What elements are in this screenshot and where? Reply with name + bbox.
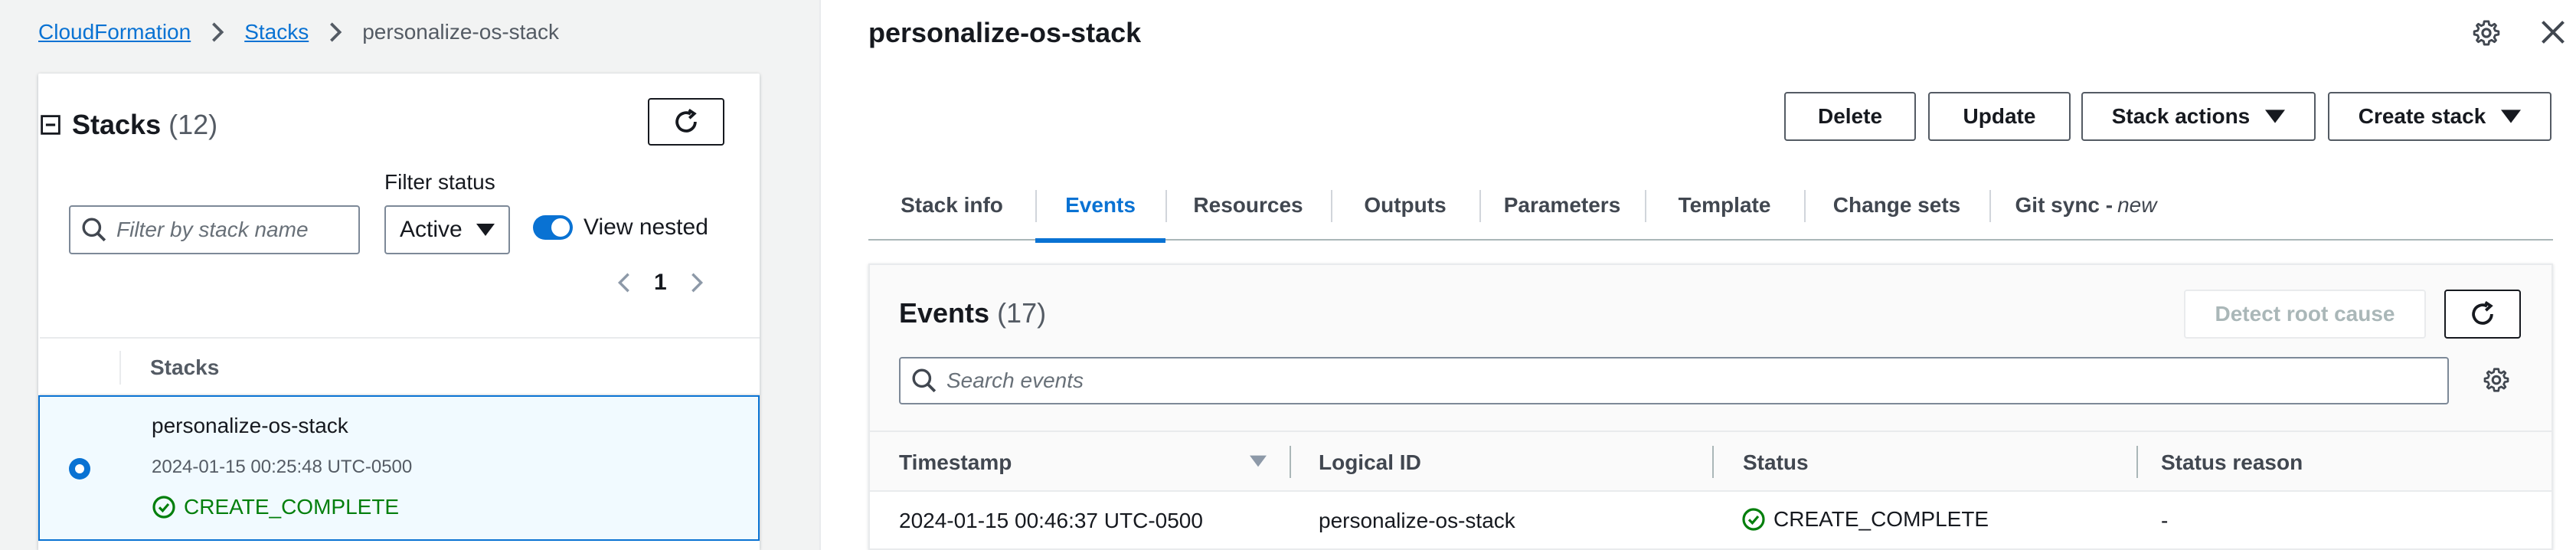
tab-label: Events [1065, 193, 1136, 217]
tab-label: Git sync - [2015, 193, 2113, 217]
delete-button[interactable]: Delete [1784, 92, 1916, 141]
stack-created-time: 2024-01-15 00:25:48 UTC-0500 [152, 457, 413, 477]
stacks-table-header: Stacks [40, 337, 760, 395]
check-circle-icon [1742, 508, 1765, 531]
stack-status-text: CREATE_COMPLETE [184, 495, 400, 519]
column-divider[interactable] [1712, 446, 1714, 478]
view-nested-control: View nested [533, 214, 708, 241]
column-status[interactable]: Status [1743, 450, 1809, 475]
tab-label: Resources [1193, 193, 1303, 217]
tab-label: Outputs [1364, 193, 1447, 217]
events-table-header: Timestamp Logical ID Status Status reaso… [870, 431, 2551, 492]
breadcrumb-stacks[interactable]: Stacks [244, 20, 309, 44]
event-logical-id: personalize-os-stack [1319, 509, 1515, 532]
event-status-text: CREATE_COMPLETE [1773, 507, 1989, 531]
view-nested-label: View nested [584, 214, 708, 240]
view-nested-toggle[interactable] [533, 215, 573, 240]
event-status: CREATE_COMPLETE [1741, 507, 1989, 532]
refresh-icon [675, 108, 697, 133]
current-page[interactable]: 1 [654, 270, 667, 296]
column-status-reason[interactable]: Status reason [2161, 450, 2303, 475]
refresh-icon [2472, 300, 2493, 325]
tab-template[interactable]: Template [1645, 170, 1804, 241]
stack-name[interactable]: personalize-os-stack [152, 414, 348, 438]
tab-change-sets[interactable]: Change sets [1804, 170, 1989, 241]
caret-down-icon [476, 224, 495, 236]
previous-page-icon[interactable] [613, 271, 636, 294]
toggle-knob [551, 218, 570, 237]
update-button[interactable]: Update [1928, 92, 2071, 141]
events-count: (17) [997, 297, 1047, 329]
events-header: Events (17) [899, 297, 1046, 329]
gear-icon[interactable] [2483, 366, 2510, 394]
create-stack-label: Create stack [2358, 104, 2486, 128]
column-divider [119, 351, 121, 385]
collapse-icon[interactable] [40, 114, 61, 136]
tab-label: Change sets [1832, 193, 1961, 217]
sort-descending-icon[interactable] [1250, 455, 1267, 467]
detect-root-cause-button[interactable]: Detect root cause [2184, 290, 2426, 339]
stack-actions-button[interactable]: Stack actions [2081, 92, 2316, 141]
stack-row-radio[interactable] [69, 458, 90, 480]
tab-label: Parameters [1503, 193, 1621, 217]
breadcrumb: CloudFormation Stacks personalize-os-sta… [38, 18, 559, 46]
filter-status-value: Active [400, 217, 463, 242]
tab-parameters[interactable]: Parameters [1479, 170, 1645, 241]
breadcrumb-current: personalize-os-stack [362, 20, 560, 44]
stack-detail-title: personalize-os-stack [868, 17, 1142, 48]
stacks-count: (12) [168, 109, 218, 140]
column-timestamp[interactable]: Timestamp [899, 450, 1012, 475]
stacks-header: Stacks (12) [40, 109, 217, 141]
events-search-field[interactable] [899, 357, 2449, 404]
search-icon [82, 218, 106, 242]
chevron-right-icon [212, 22, 224, 42]
column-divider[interactable] [2136, 446, 2138, 478]
table-row: 2024-01-15 00:46:37 UTC-0500 personalize… [870, 492, 2551, 550]
gear-icon[interactable] [2472, 18, 2501, 47]
stacks-column-header[interactable]: Stacks [150, 355, 219, 380]
stacks-title: Stacks [72, 109, 162, 140]
caret-down-icon [2501, 110, 2522, 123]
caret-down-icon [2265, 110, 2286, 123]
chevron-right-icon [330, 22, 342, 42]
tab-label: Stack info [901, 193, 1003, 217]
tab-git-sync[interactable]: Git sync - new [1989, 170, 2182, 241]
event-timestamp: 2024-01-15 00:46:37 UTC-0500 [899, 509, 1203, 532]
filter-status-select[interactable]: Active [384, 205, 510, 254]
pagination: 1 [613, 270, 708, 296]
close-icon[interactable] [2539, 18, 2567, 46]
stack-status: CREATE_COMPLETE [152, 495, 399, 519]
create-stack-button[interactable]: Create stack [2328, 92, 2551, 141]
tab-stack-info[interactable]: Stack info [868, 170, 1035, 241]
stack-filter-input[interactable] [116, 218, 358, 242]
stack-detail-tabs: Stack info Events Resources Outputs Para… [868, 170, 2553, 243]
breadcrumb-cloudformation[interactable]: CloudFormation [38, 20, 191, 44]
tab-label: Template [1678, 193, 1771, 217]
update-button-label: Update [1963, 104, 2036, 128]
stack-filter-field[interactable] [69, 205, 360, 254]
stack-row[interactable]: personalize-os-stack 2024-01-15 00:25:48… [38, 395, 760, 541]
delete-button-label: Delete [1817, 104, 1883, 128]
refresh-stacks-button[interactable] [648, 98, 724, 146]
search-icon [912, 368, 937, 393]
event-status-reason: - [2161, 509, 2169, 532]
panel-divider[interactable] [819, 0, 821, 550]
refresh-events-button[interactable] [2444, 290, 2521, 339]
new-badge: new [2117, 193, 2157, 217]
column-logical-id[interactable]: Logical ID [1319, 450, 1421, 475]
tab-resources[interactable]: Resources [1165, 170, 1331, 241]
next-page-icon[interactable] [685, 271, 708, 294]
stack-actions-label: Stack actions [2111, 104, 2251, 128]
tab-outputs[interactable]: Outputs [1331, 170, 1479, 241]
check-circle-icon [152, 496, 175, 519]
tab-events[interactable]: Events [1035, 170, 1165, 243]
filter-status-label: Filter status [384, 170, 495, 194]
events-title: Events [899, 297, 990, 329]
column-divider[interactable] [1290, 446, 1291, 478]
events-search-input[interactable] [946, 368, 2447, 393]
detect-root-cause-label: Detect root cause [2215, 302, 2395, 326]
